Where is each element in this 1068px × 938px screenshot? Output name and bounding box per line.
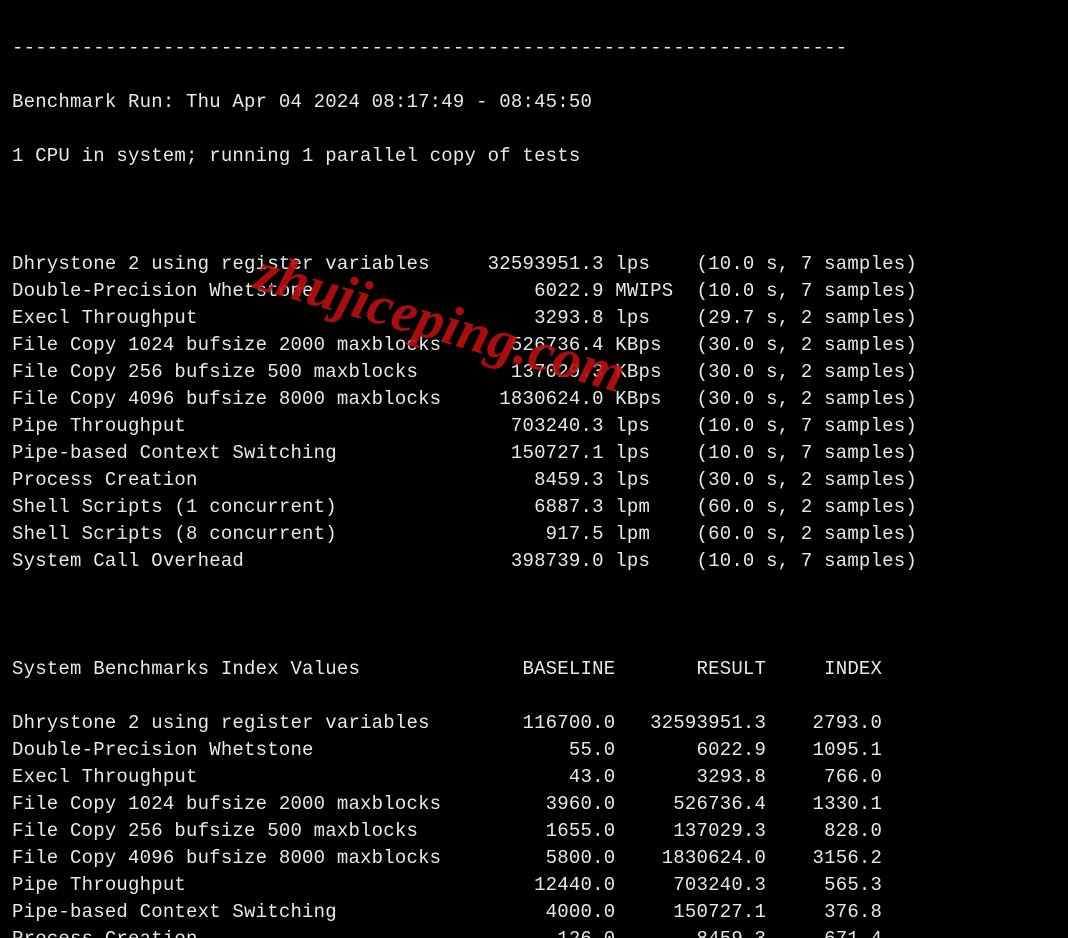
test-result-row: Dhrystone 2 using register variables 325… (12, 251, 1056, 278)
blank-line (12, 602, 1056, 629)
test-result-row: File Copy 256 bufsize 500 maxblocks 1370… (12, 359, 1056, 386)
test-result-row: Shell Scripts (1 concurrent) 6887.3 lpm … (12, 494, 1056, 521)
index-row: Dhrystone 2 using register variables 116… (12, 710, 1056, 737)
terminal-output: ----------------------------------------… (0, 0, 1068, 938)
divider-line: ----------------------------------------… (12, 35, 1056, 62)
blank-line (12, 197, 1056, 224)
test-result-row: Shell Scripts (8 concurrent) 917.5 lpm (… (12, 521, 1056, 548)
index-row: Process Creation 126.0 8459.3 671.4 (12, 926, 1056, 938)
test-result-row: Pipe-based Context Switching 150727.1 lp… (12, 440, 1056, 467)
test-result-row: Pipe Throughput 703240.3 lps (10.0 s, 7 … (12, 413, 1056, 440)
benchmark-run-line: Benchmark Run: Thu Apr 04 2024 08:17:49 … (12, 89, 1056, 116)
index-row: Execl Throughput 43.0 3293.8 766.0 (12, 764, 1056, 791)
test-result-row: File Copy 1024 bufsize 2000 maxblocks 52… (12, 332, 1056, 359)
index-row: File Copy 4096 bufsize 8000 maxblocks 58… (12, 845, 1056, 872)
index-row: File Copy 1024 bufsize 2000 maxblocks 39… (12, 791, 1056, 818)
index-header-row: System Benchmarks Index Values BASELINE … (12, 656, 1056, 683)
test-result-row: File Copy 4096 bufsize 8000 maxblocks 18… (12, 386, 1056, 413)
test-result-row: Execl Throughput 3293.8 lps (29.7 s, 2 s… (12, 305, 1056, 332)
cpu-line: 1 CPU in system; running 1 parallel copy… (12, 143, 1056, 170)
index-row: Pipe Throughput 12440.0 703240.3 565.3 (12, 872, 1056, 899)
index-row: Pipe-based Context Switching 4000.0 1507… (12, 899, 1056, 926)
test-result-row: Double-Precision Whetstone 6022.9 MWIPS … (12, 278, 1056, 305)
test-result-row: System Call Overhead 398739.0 lps (10.0 … (12, 548, 1056, 575)
index-row: Double-Precision Whetstone 55.0 6022.9 1… (12, 737, 1056, 764)
test-result-row: Process Creation 8459.3 lps (30.0 s, 2 s… (12, 467, 1056, 494)
index-row: File Copy 256 bufsize 500 maxblocks 1655… (12, 818, 1056, 845)
